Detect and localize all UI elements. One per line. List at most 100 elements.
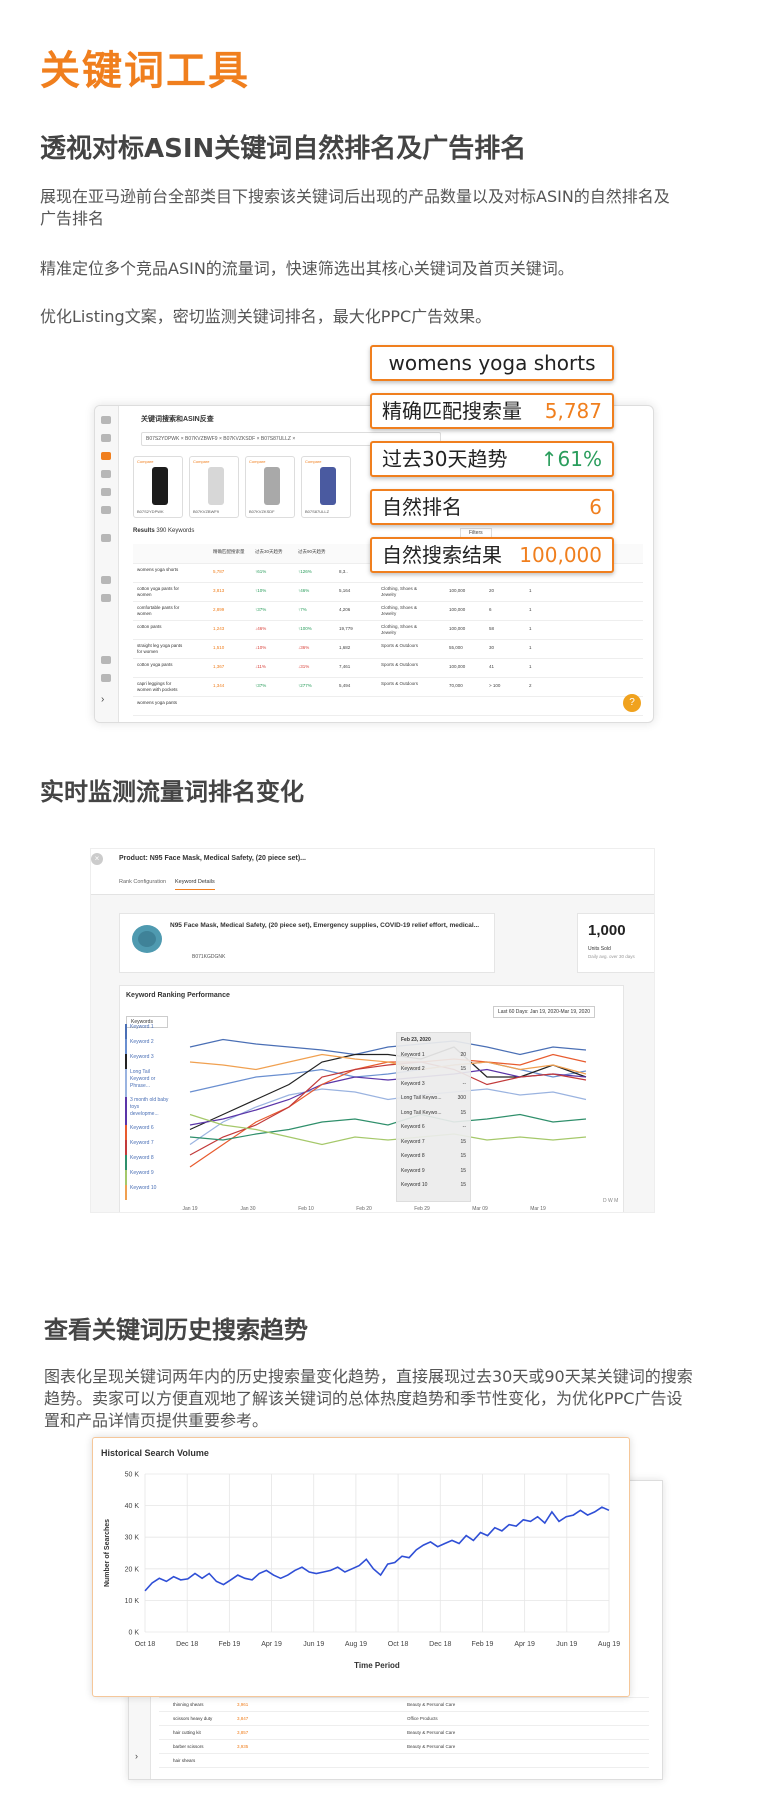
table-row[interactable]: cotton pants 1,243 ↓46% ↑100% 19,779 Clothing… [133, 621, 643, 640]
tooltip-keyword: Keyword 9 [401, 1167, 425, 1174]
keyword-cell: thinning shears [173, 1702, 204, 1707]
keyword-cell: hair shears [173, 1758, 196, 1763]
product-card[interactable]: Compare B07S87ULLZ [301, 456, 351, 518]
add-icon[interactable] [101, 576, 111, 584]
keyword-legend-item[interactable]: Keyword 10 [125, 1185, 169, 1200]
compare-checkbox[interactable]: Compare [193, 459, 209, 464]
x-tick-label: Feb 19 [472, 1641, 494, 1648]
keyword-legend-item[interactable]: 3 month old baby toys developme... [125, 1097, 169, 1125]
tooltip-row: Keyword 8 15 [397, 1149, 470, 1164]
x-tick-label: Dec 18 [176, 1641, 198, 1648]
send-icon[interactable] [101, 470, 111, 478]
product-asin: B07KVZBWF9 [193, 509, 220, 514]
ranking-chart-card: Keyword Ranking Performance Last 60 Days… [119, 985, 624, 1212]
section1-heading: 透视对标ASIN关键词自然排名及广告排名 [40, 134, 527, 164]
trend90-cell: ↓31% [298, 664, 310, 669]
volume-cell: 3,847 [237, 1716, 249, 1721]
units-sub: Daily avg. over 30 days [588, 954, 635, 959]
table-row[interactable]: womens yoga pants [133, 697, 643, 716]
page-title: 关键词工具 [40, 48, 250, 94]
product-card[interactable]: Compare B07KVZBWF9 [189, 456, 239, 518]
keyword-legend-item[interactable]: Keyword 2 [125, 1039, 169, 1054]
tooltip-value: 15 [460, 1066, 466, 1072]
keyword-legend-item[interactable]: Keyword 8 [125, 1155, 169, 1170]
store-icon[interactable] [101, 506, 111, 514]
tooltip-row: Keyword 9 15 [397, 1164, 470, 1179]
keyword-legend-item[interactable]: Keyword 7 [125, 1140, 169, 1155]
granularity-toggle[interactable]: D W M [603, 1198, 618, 1204]
keyword-legend-item[interactable]: Keyword 6 [125, 1125, 169, 1140]
table-row[interactable]: comfortable pants for women 2,899 ↑37% ↑7% 4… [133, 602, 643, 621]
table-row[interactable]: capri leggings for women with pockets 1,3… [133, 678, 643, 697]
organic-rank-cell: 6 [489, 607, 492, 612]
trend30-cell: ↑10% [255, 588, 267, 593]
keyword-legend: Keyword 1 Keyword 2 Keyword 3 Long Tail Key… [125, 1024, 169, 1200]
table-row[interactable]: scissors heavy duty 3,847 Office Products [159, 1712, 649, 1726]
chevron-right-icon[interactable]: › [101, 694, 111, 706]
tooltip-keyword: Long Tail Keywo... [401, 1109, 442, 1116]
table-row[interactable]: hair cutting kit 3,857 Beauty & Personal C… [159, 1726, 649, 1740]
product-card[interactable]: Compare B07KVZKSDF [245, 456, 295, 518]
tab-keyword-details[interactable]: Keyword Details [175, 879, 215, 890]
tab-rank-config[interactable]: Rank Configuration [119, 879, 166, 885]
organic-rank-cell: 20 [489, 588, 495, 593]
keyword-cell: cotton pants [137, 624, 162, 629]
keyword-legend-item[interactable]: Keyword 1 [125, 1024, 169, 1039]
volume-cell: 1,243 [213, 626, 225, 631]
people-icon[interactable] [101, 594, 111, 602]
category-cell: Sports & Outdoors [381, 643, 419, 648]
x-tick-label: Jun 19 [303, 1641, 324, 1648]
x-tick-label: Apr 19 [514, 1641, 535, 1648]
x-tick-label: Feb 10 [298, 1206, 314, 1212]
table-row[interactable]: cotton yoga pants for women 3,813 ↑10% ↑46%… [133, 583, 643, 602]
table-row[interactable]: straight leg yoga pants for women 1,510 ↓1… [133, 640, 643, 659]
keyword-legend-item[interactable]: Keyword 9 [125, 1170, 169, 1185]
col-trend-90[interactable]: 过去90天趋势 [298, 549, 326, 555]
table-row[interactable]: thinning shears 3,961 Beauty & Personal Ca… [159, 1698, 649, 1712]
table-row[interactable]: barber scissors 3,935 Beauty & Personal Ca… [159, 1740, 649, 1754]
keyword-legend-item[interactable]: Keyword 3 [125, 1054, 169, 1069]
compare-checkbox[interactable]: Compare [305, 459, 321, 464]
results-callout-label: 自然搜索结果 [382, 543, 502, 567]
col-trend-30[interactable]: 过去30天趋势 [255, 549, 283, 555]
compare-checkbox[interactable]: Compare [249, 459, 265, 464]
table-row[interactable]: hair shears [159, 1754, 649, 1768]
units-sold-card: 1,000 Units Sold Daily avg. over 30 days [577, 913, 654, 973]
tooltip-value: 15 [460, 1138, 466, 1145]
rank-monitor-screenshot: × Product: N95 Face Mask, Medical Safety… [90, 848, 655, 1213]
image-icon[interactable] [101, 534, 111, 542]
compare-checkbox[interactable]: Compare [137, 459, 153, 464]
keyword-cell: straight leg yoga pants for women [137, 643, 183, 654]
volume-cell: 5,787 [213, 569, 225, 574]
product-asin: B07S2YDPWK [137, 509, 164, 514]
keyword-cell: womens yoga pants [137, 700, 178, 705]
col-exact-volume[interactable]: 精确匹配搜索量 [213, 549, 245, 555]
tooltip-keyword: Keyword 8 [401, 1153, 425, 1159]
tooltip-keyword: Keyword 7 [401, 1138, 425, 1145]
table-row[interactable]: cotton yoga pants 1,367 ↓11% ↓31% 7,461 Sport… [133, 659, 643, 678]
chevron-right-icon[interactable]: › [135, 1751, 138, 1761]
keyword-cell: cotton yoga pants for women [137, 586, 180, 597]
volume-cell: 1,510 [213, 645, 225, 650]
product-card[interactable]: Compare B07S2YDPWK [133, 456, 183, 518]
tooltip-value: 15 [460, 1182, 466, 1188]
date-range-select[interactable]: Last 60 Days: Jan 19, 2020-Mar 19, 2020 [493, 1006, 596, 1018]
close-icon[interactable]: × [91, 853, 103, 865]
help-button[interactable]: ? [623, 694, 641, 712]
x-tick-label: Jan 19 [182, 1206, 197, 1212]
y-tick-label: 30 K [125, 1535, 140, 1542]
keyword-legend-item[interactable]: Long Tail Keyword or Phrase... [125, 1069, 169, 1097]
results-cell: 55,000 [449, 645, 463, 650]
trend30-cell: ↑37% [255, 607, 267, 612]
section3-heading: 查看关键词历史搜索趋势 [44, 1316, 308, 1344]
tag-icon[interactable] [101, 434, 111, 442]
tool-title: 关键词搜索和ASIN反查 [141, 416, 214, 423]
settings-icon[interactable] [101, 656, 111, 664]
help-icon[interactable] [101, 674, 111, 682]
chart-icon[interactable] [101, 488, 111, 496]
section1-para3: 优化Listing文案，密切监测关键词排名，最大化PPC广告效果。 [40, 307, 492, 326]
search-icon[interactable] [101, 416, 111, 424]
keyword-icon[interactable] [101, 452, 111, 460]
x-tick-label: Aug 19 [598, 1641, 620, 1648]
category-cell: Sports & Outdoors [381, 681, 419, 686]
